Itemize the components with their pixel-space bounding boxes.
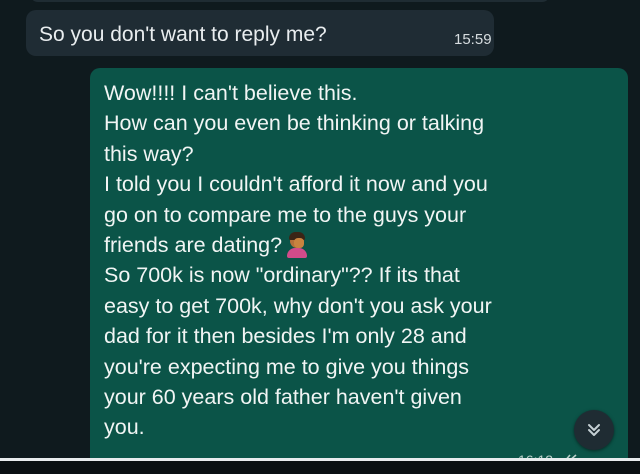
message-line: this way? xyxy=(104,141,194,166)
message-line: friends are dating? xyxy=(104,233,283,258)
message-line: go on to compare me to the guys your xyxy=(104,202,467,227)
previous-message-bubble[interactable] xyxy=(30,0,550,2)
message-line: Wow!!!! I can't believe this. xyxy=(104,81,358,105)
scroll-to-bottom-button[interactable] xyxy=(574,410,614,450)
message-line: So 700k is now "ordinary"?? If its that xyxy=(104,263,460,288)
incoming-message-time: 15:59 xyxy=(454,31,492,48)
outgoing-message-text: Wow!!!! I can't believe this. How can yo… xyxy=(104,78,609,443)
message-line: you're expecting me to give you things xyxy=(104,354,470,379)
message-line: your 60 years old father haven't given xyxy=(104,385,462,410)
facepalm-icon xyxy=(286,230,308,259)
message-line: I told you I couldn't afford it now and … xyxy=(104,172,488,197)
chat-screen: So you don't want to reply me? 15:59 Wow… xyxy=(0,0,640,474)
message-line: easy to get 700k, why don't you ask your xyxy=(104,293,492,318)
incoming-message-text: So you don't want to reply me? xyxy=(39,23,327,46)
message-line: you. xyxy=(104,415,145,440)
message-line: dad for it then besides I'm only 28 and xyxy=(104,324,467,349)
message-line-with-emoji: friends are dating? xyxy=(104,230,609,260)
outgoing-message-bubble[interactable]: Wow!!!! I can't believe this. How can yo… xyxy=(90,68,628,474)
incoming-message-bubble[interactable]: So you don't want to reply me? 15:59 xyxy=(26,10,494,56)
bottom-divider xyxy=(0,458,640,461)
message-line: How can you even be thinking or talking xyxy=(104,111,485,136)
double-chevron-down-icon xyxy=(588,424,600,436)
